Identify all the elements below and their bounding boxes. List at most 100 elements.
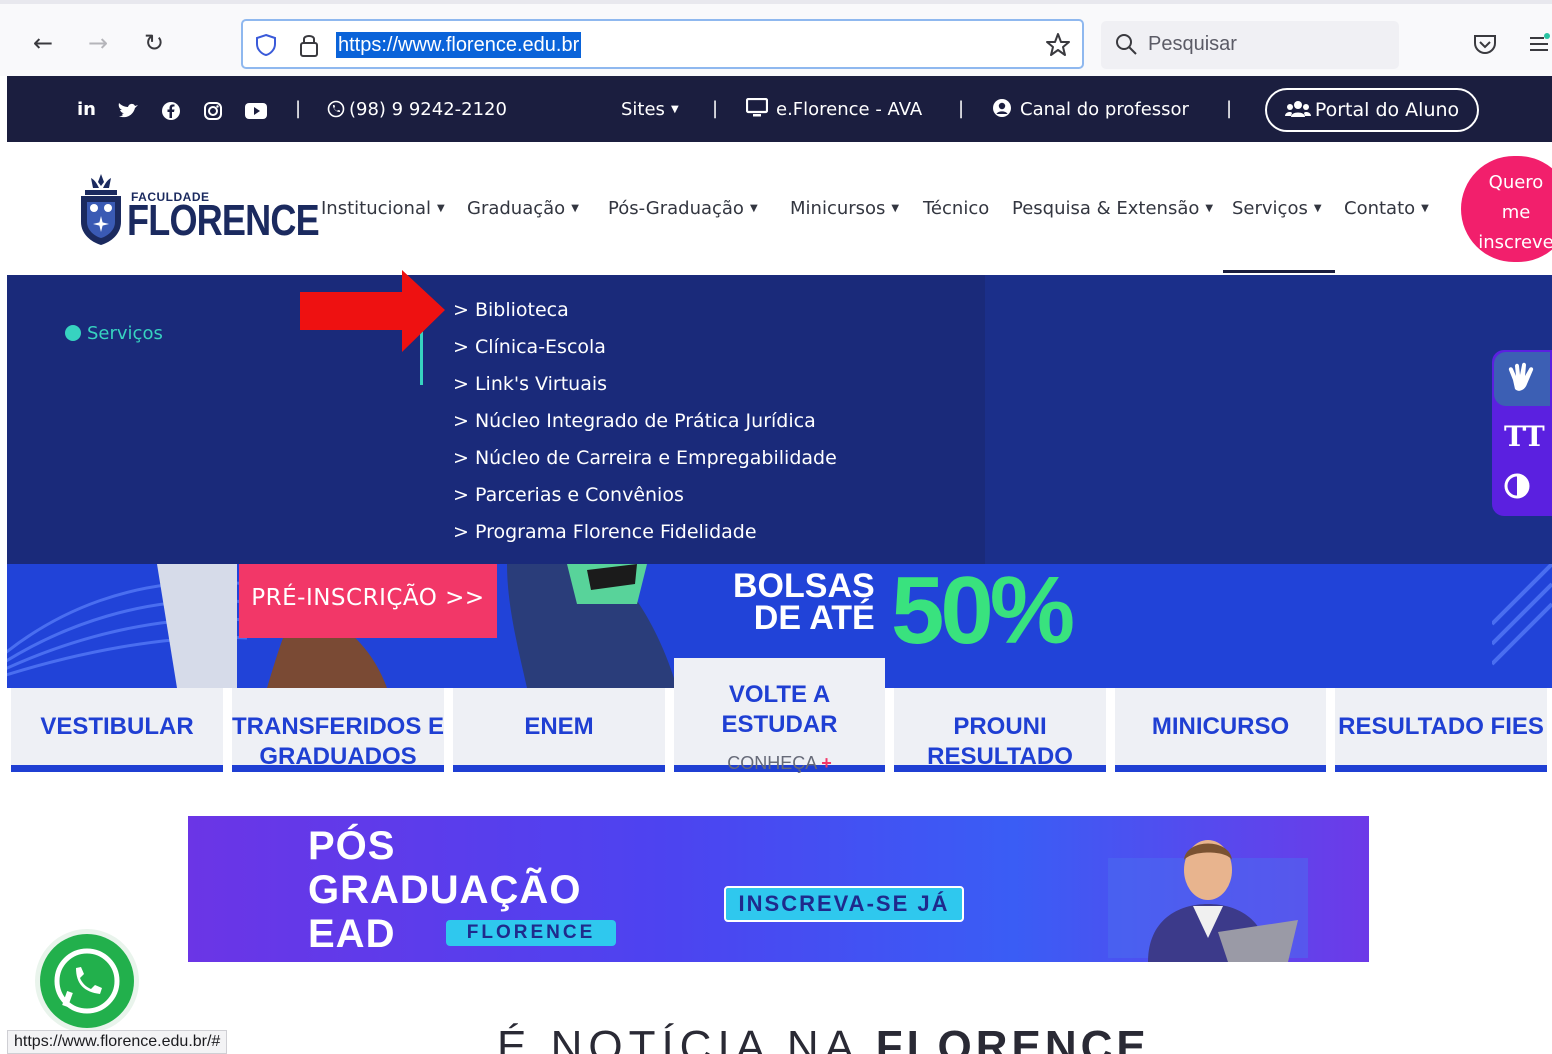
nav-label[interactable]: Graduação (467, 198, 565, 219)
youtube-icon[interactable] (245, 103, 267, 119)
pos-graduacao-ead-banner[interactable]: PÓS GRADUAÇÃO EAD FLORENCE INSCREVA-SE J… (188, 816, 1369, 962)
lock-icon[interactable] (298, 32, 320, 58)
conheca-label[interactable]: CONHEÇA (727, 753, 816, 773)
card-resultado-fies[interactable]: RESULTADO FIES (1335, 688, 1547, 772)
card-subtitle[interactable]: CONHEÇA + (674, 748, 885, 778)
card-title[interactable]: VOLTE A ESTUDAR (721, 681, 837, 738)
font-size-button[interactable]: TT (1504, 420, 1545, 453)
separator: | (295, 98, 302, 119)
users-icon (1284, 101, 1311, 117)
nav-label[interactable]: Contato (1344, 198, 1415, 219)
whatsapp-phone-link[interactable]: (98) 9 9242-2120 (327, 98, 507, 122)
menu-item-nucleo-pratica-juridica[interactable]: > Núcleo Integrado de Prática Jurídica (453, 408, 837, 445)
browser-toolbar: ← → ↻ https://www.florence.edu.br Pesqui… (0, 0, 1552, 76)
nav-label[interactable]: Institucional (321, 198, 431, 219)
menu-item-nucleo-carreira[interactable]: > Núcleo de Carreira e Empregabilidade (453, 445, 837, 482)
dropdown-side-panel (985, 275, 1552, 564)
nav-label[interactable]: Pós-Graduação (608, 198, 744, 219)
chevron-down-icon: ▼ (891, 203, 900, 214)
sign-language-button[interactable] (1494, 352, 1550, 406)
separator: | (1226, 98, 1233, 119)
monitor-icon (745, 97, 769, 117)
user-circle-icon (993, 99, 1011, 117)
nav-institucional[interactable]: Institucional ▼ (321, 198, 445, 219)
eflorence-link[interactable]: e.Florence - AVA (745, 97, 922, 122)
nav-pesquisa-extensao[interactable]: Pesquisa & Extensão ▼ (1012, 198, 1213, 219)
news-prefix: É NOTÍCIA NA (497, 1022, 876, 1054)
nav-label[interactable]: Técnico (923, 198, 989, 219)
inscreva-se-button[interactable]: INSCREVA-SE JÁ (724, 886, 964, 922)
card-volte-a-estudar[interactable]: VOLTE A ESTUDAR CONHEÇA + (674, 658, 885, 773)
card-vestibular[interactable]: VESTIBULAR (11, 688, 223, 772)
instagram-icon[interactable] (203, 101, 223, 121)
menu-item-biblioteca[interactable]: > Biblioteca (453, 297, 837, 334)
menu-item-links-virtuais[interactable]: > Link's Virtuais (453, 371, 837, 408)
sites-dropdown[interactable]: Sites ▼ (621, 98, 679, 122)
sites-label[interactable]: Sites (621, 99, 665, 120)
back-arrow-icon[interactable]: ← (28, 28, 58, 58)
dropdown-list: > Biblioteca > Clínica-Escola > Link's V… (453, 297, 837, 556)
bolsas-line: DE ATÉ (753, 599, 875, 637)
card-transferidos-graduados[interactable]: TRANSFERIDOS E GRADUADOS (232, 688, 444, 772)
menu-item-parcerias[interactable]: > Parcerias e Convênios (453, 482, 837, 519)
search-icon (1116, 34, 1137, 55)
nav-label[interactable]: Minicursos (790, 198, 885, 219)
logo-big-text: FLORENCE (127, 196, 320, 245)
reload-icon[interactable]: ↻ (139, 28, 169, 58)
bookmark-star-icon[interactable] (1044, 31, 1072, 59)
menu-item-programa-fidelidade[interactable]: > Programa Florence Fidelidade (453, 519, 837, 556)
cta-line[interactable]: me (1461, 198, 1552, 228)
florence-logo[interactable]: FACULDADE FLORENCE (79, 172, 320, 252)
nav-minicursos[interactable]: Minicursos ▼ (790, 198, 899, 219)
nav-tecnico[interactable]: Técnico (923, 198, 989, 219)
shield-icon[interactable] (255, 33, 277, 57)
canal-professor-label[interactable]: Canal do professor (1020, 99, 1189, 120)
chevron-down-icon: ▼ (670, 104, 679, 115)
pos-line: PÓS (308, 824, 396, 868)
url-text[interactable]: https://www.florence.edu.br (336, 32, 582, 58)
nav-label[interactable]: Serviços (1232, 198, 1308, 219)
forward-arrow-icon[interactable]: → (83, 28, 113, 58)
cta-line[interactable]: inscreve (1461, 228, 1552, 258)
twitter-icon[interactable] (117, 102, 139, 120)
chevron-down-icon: ▼ (1205, 203, 1214, 214)
servicos-dropdown-menu: Serviços > Biblioteca > Clínica-Escola >… (7, 275, 1552, 564)
bolsas-text: BOLSAS DE ATÉ (733, 569, 875, 637)
nav-pos-graduacao[interactable]: Pós-Graduação ▼ (608, 198, 758, 219)
portal-aluno-label[interactable]: Portal do Aluno (1315, 99, 1459, 121)
linkedin-icon[interactable]: in (77, 98, 96, 122)
cta-line[interactable]: Quero (1461, 168, 1552, 198)
card-enem[interactable]: ENEM (453, 688, 665, 772)
separator: | (958, 98, 965, 119)
card-minicurso[interactable]: MINICURSO (1115, 688, 1326, 772)
canal-professor-link[interactable]: Canal do professor (992, 98, 1189, 122)
chevron-down-icon: ▼ (1313, 203, 1322, 214)
nav-servicos[interactable]: Serviços ▼ (1232, 198, 1322, 219)
extensions-menu-icon[interactable] (1528, 32, 1550, 56)
pocket-icon[interactable] (1472, 32, 1498, 56)
card-prouni-resultado[interactable]: PROUNI RESULTADO (894, 688, 1106, 772)
whatsapp-icon (54, 948, 120, 1014)
chevron-down-icon: ▼ (749, 203, 758, 214)
whatsapp-float-button[interactable] (40, 934, 134, 1028)
browser-search-input[interactable]: Pesquisar (1101, 21, 1399, 69)
contrast-icon[interactable] (1504, 473, 1530, 499)
news-section-title: É NOTÍCIA NA FLORENCE (497, 1022, 1150, 1054)
nav-label[interactable]: Pesquisa & Extensão (1012, 198, 1199, 219)
news-brand: FLORENCE (875, 1022, 1150, 1054)
plus-icon: + (821, 753, 832, 773)
quero-me-inscrever-button[interactable]: Quero me inscreve (1461, 156, 1552, 262)
address-bar[interactable]: https://www.florence.edu.br (241, 19, 1084, 69)
top-info-bar: in | (98) 9 9242-2120 Sites ▼ | e.Florenc… (7, 76, 1552, 142)
portal-aluno-button[interactable]: Portal do Aluno (1265, 88, 1479, 132)
pre-inscricao-button[interactable]: PRÉ-INSCRIÇÃO >> (239, 564, 497, 638)
phone-number[interactable]: (98) 9 9242-2120 (349, 99, 507, 120)
nav-graduacao[interactable]: Graduação ▼ (467, 198, 579, 219)
pos-line: GRADUAÇÃO (308, 868, 582, 912)
nav-contato[interactable]: Contato ▼ (1344, 198, 1429, 219)
facebook-icon[interactable] (161, 101, 181, 121)
menu-item-clinica-escola[interactable]: > Clínica-Escola (453, 334, 837, 371)
main-header: FACULDADE FLORENCE Institucional ▼ Gradua… (7, 142, 1552, 275)
active-nav-underline (1223, 270, 1335, 273)
eflorence-label[interactable]: e.Florence - AVA (776, 99, 922, 120)
